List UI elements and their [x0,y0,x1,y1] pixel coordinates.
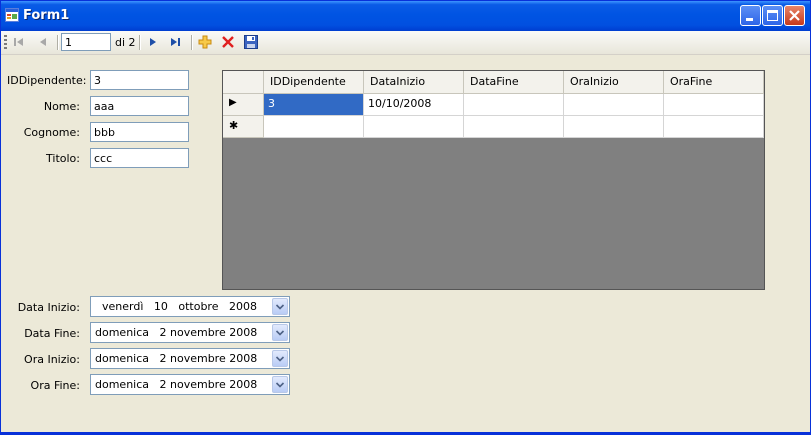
grid-cell[interactable]: 10/10/2008 [364,94,464,116]
ora-inizio-label: Ora Inizio: [24,353,80,366]
close-icon [789,10,800,21]
nome-label: Nome: [43,100,80,113]
data-grid[interactable]: IDDipendente DataInizio DataFine OraIniz… [222,70,765,290]
app-icon [5,8,19,22]
grid-corner-header[interactable] [223,71,264,94]
toolbar-grip[interactable] [4,35,7,50]
chevron-down-icon [275,382,285,388]
grid-new-cell[interactable] [564,116,664,138]
grid-new-cell[interactable] [364,116,464,138]
title-bar[interactable]: Form1 [1,1,810,31]
cognome-field[interactable]: bbb [90,122,189,142]
move-previous-icon[interactable] [35,34,51,50]
grid-cell[interactable] [564,94,664,116]
data-inizio-dropdown-button[interactable] [272,298,288,315]
toolbar-separator [57,35,59,50]
iddipendente-label: IDDipendente: [7,74,87,87]
data-inizio-picker[interactable]: venerdì 10 ottobre 2008 [90,296,290,317]
titolo-label: Titolo: [46,152,80,165]
chevron-down-icon [275,304,285,310]
row-header-current[interactable]: ▶ [223,94,264,116]
minimize-button[interactable] [740,5,761,26]
titolo-field[interactable]: ccc [90,148,189,168]
move-next-icon[interactable] [145,34,161,50]
add-new-icon[interactable] [197,34,213,50]
ora-inizio-dropdown-button[interactable] [272,350,288,367]
move-first-icon[interactable] [11,34,27,50]
ora-fine-picker[interactable]: domenica 2 novembre 2008 [90,374,290,395]
grid-cell[interactable] [464,94,564,116]
maximize-icon [767,10,778,21]
count-label: di 2 [115,36,136,49]
data-inizio-value: venerdì 10 ottobre 2008 [95,300,257,313]
main-window: Form1 1 di 2 IDDipendente: 3 Nome: aaa C… [0,0,811,435]
data-fine-label: Data Fine: [24,327,80,340]
current-row-marker-icon: ▶ [229,97,237,108]
column-header-datainizio[interactable]: DataInizio [364,71,464,94]
ora-fine-label: Ora Fine: [30,379,80,392]
maximize-button[interactable] [762,5,783,26]
save-icon[interactable] [243,34,259,50]
toolbar-separator [139,35,141,50]
ora-fine-value: domenica 2 novembre 2008 [95,378,258,391]
ora-inizio-picker[interactable]: domenica 2 novembre 2008 [90,348,290,369]
chevron-down-icon [275,330,285,336]
move-last-icon[interactable] [167,34,183,50]
chevron-down-icon [275,356,285,362]
row-header-new[interactable]: ✱ [223,116,264,138]
grid-cell[interactable]: 3 [264,94,364,116]
iddipendente-field[interactable]: 3 [90,70,189,90]
column-header-orainizio[interactable]: OraInizio [564,71,664,94]
grid-cell[interactable] [664,94,764,116]
column-header-orafine[interactable]: OraFine [664,71,764,94]
window-title: Form1 [23,8,70,23]
column-header-datafine[interactable]: DataFine [464,71,564,94]
data-inizio-label: Data Inizio: [17,301,80,314]
minimize-icon [746,18,753,21]
delete-icon[interactable] [220,34,236,50]
grid-new-cell[interactable] [464,116,564,138]
position-input[interactable]: 1 [61,33,111,51]
close-button[interactable] [784,5,805,26]
cognome-label: Cognome: [23,126,80,139]
data-fine-value: domenica 2 novembre 2008 [95,326,258,339]
ora-inizio-value: domenica 2 novembre 2008 [95,352,258,365]
grid-new-cell[interactable] [264,116,364,138]
toolbar-separator [191,35,193,50]
binding-navigator: 1 di 2 [1,31,810,55]
new-row-marker-icon: ✱ [229,119,239,132]
ora-fine-dropdown-button[interactable] [272,376,288,393]
column-header-iddipendente[interactable]: IDDipendente [264,71,364,94]
data-fine-dropdown-button[interactable] [272,324,288,341]
data-fine-picker[interactable]: domenica 2 novembre 2008 [90,322,290,343]
grid-new-cell[interactable] [664,116,764,138]
nome-field[interactable]: aaa [90,96,189,116]
